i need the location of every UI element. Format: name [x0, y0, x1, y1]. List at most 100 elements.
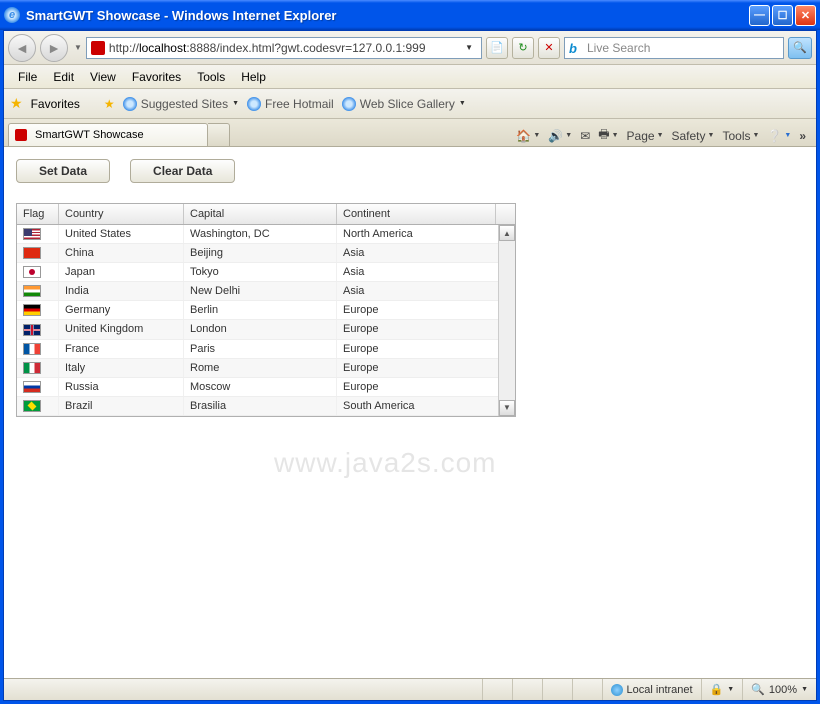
cell-country: China: [59, 244, 184, 262]
cell-continent: North America: [337, 225, 495, 243]
cell-flag: [17, 301, 59, 319]
url-text: http://localhost:8888/index.html?gwt.cod…: [109, 41, 461, 55]
menu-tools[interactable]: Tools: [189, 67, 233, 87]
table-row[interactable]: United KingdomLondonEurope: [17, 320, 498, 339]
back-button[interactable]: ◄: [8, 34, 36, 62]
cell-flag: [17, 320, 59, 338]
menu-view[interactable]: View: [82, 67, 124, 87]
nav-toolbar: ◄ ► ▼ http://localhost:8888/index.html?g…: [4, 31, 816, 65]
table-row[interactable]: ChinaBeijingAsia: [17, 244, 498, 263]
chevron-down-icon: ▼: [232, 100, 239, 107]
cell-flag: [17, 359, 59, 377]
status-zoom[interactable]: 🔍 100% ▼: [742, 679, 816, 700]
fav-link-webslice[interactable]: Web Slice Gallery▼: [342, 97, 466, 111]
favorites-label[interactable]: Favorites: [31, 97, 80, 111]
header-capital[interactable]: Capital: [184, 204, 337, 224]
overflow-button[interactable]: »: [799, 129, 806, 143]
table-row[interactable]: IndiaNew DelhiAsia: [17, 282, 498, 301]
table-row[interactable]: United StatesWashington, DCNorth America: [17, 225, 498, 244]
clear-data-button[interactable]: Clear Data: [130, 159, 235, 183]
chevron-down-icon: ▼: [801, 686, 808, 693]
cell-flag: [17, 244, 59, 262]
cell-country: United States: [59, 225, 184, 243]
chevron-down-icon: ▼: [565, 132, 572, 139]
url-dropdown-icon[interactable]: ▼: [461, 43, 477, 52]
table-row[interactable]: JapanTokyoAsia: [17, 263, 498, 282]
stop-button[interactable]: ✕: [538, 37, 560, 59]
print-button[interactable]: 🖶▼: [598, 125, 618, 146]
button-row: Set Data Clear Data: [16, 159, 804, 183]
menu-edit[interactable]: Edit: [45, 67, 82, 87]
cell-continent: Asia: [337, 282, 495, 300]
cell-continent: Europe: [337, 340, 495, 358]
new-tab-button[interactable]: [208, 123, 230, 146]
favorites-star-icon[interactable]: ★: [10, 95, 23, 112]
home-button[interactable]: 🏠▼: [516, 129, 540, 143]
page-menu[interactable]: Page▼: [627, 129, 664, 143]
ie-small-icon: [123, 97, 137, 111]
forward-button[interactable]: ►: [40, 34, 68, 62]
refresh-button[interactable]: ↻: [512, 37, 534, 59]
fav-link-suggested[interactable]: Suggested Sites▼: [123, 97, 239, 111]
menu-favorites[interactable]: Favorites: [124, 67, 189, 87]
cell-capital: Paris: [184, 340, 337, 358]
cell-capital: Tokyo: [184, 263, 337, 281]
maximize-button[interactable]: ☐: [772, 5, 793, 26]
search-bar[interactable]: Live Search: [564, 37, 784, 59]
grid-scrollbar[interactable]: ▲ ▼: [498, 225, 515, 416]
scroll-up-icon[interactable]: ▲: [499, 225, 515, 241]
cell-capital: Washington, DC: [184, 225, 337, 243]
tools-menu[interactable]: Tools▼: [722, 129, 759, 143]
command-bar: 🏠▼ 🔊▼ ✉ 🖶▼ Page▼ Safety▼ Tools▼ ❔▼ »: [516, 125, 812, 146]
menu-help[interactable]: Help: [233, 67, 274, 87]
close-button[interactable]: ✕: [795, 5, 816, 26]
url-host: localhost: [139, 41, 186, 55]
cell-capital: Moscow: [184, 378, 337, 396]
tab-favicon: [15, 129, 27, 141]
compat-button[interactable]: 📄: [486, 37, 508, 59]
table-row[interactable]: ItalyRomeEurope: [17, 359, 498, 378]
address-bar[interactable]: http://localhost:8888/index.html?gwt.cod…: [86, 37, 482, 59]
fav-link-hotmail[interactable]: Free Hotmail: [247, 97, 334, 111]
flag-icon: [23, 381, 41, 393]
table-row[interactable]: FranceParisEurope: [17, 340, 498, 359]
add-favorite-icon[interactable]: ★: [104, 97, 115, 111]
window-buttons: — ☐ ✕: [749, 5, 816, 26]
minimize-button[interactable]: —: [749, 5, 770, 26]
ie-icon: e: [4, 7, 20, 23]
status-seg-blank3: [542, 679, 572, 700]
status-zone[interactable]: Local intranet: [602, 679, 701, 700]
set-data-button[interactable]: Set Data: [16, 159, 110, 183]
cell-country: Russia: [59, 378, 184, 396]
tab-active[interactable]: SmartGWT Showcase: [8, 123, 208, 146]
cell-continent: Europe: [337, 359, 495, 377]
browser-inner: ◄ ► ▼ http://localhost:8888/index.html?g…: [3, 30, 817, 701]
cell-flag: [17, 263, 59, 281]
cell-capital: Beijing: [184, 244, 337, 262]
url-prefix: http://: [109, 41, 139, 55]
search-go-button[interactable]: 🔍: [788, 37, 812, 59]
mail-button[interactable]: ✉: [580, 129, 590, 143]
header-continent[interactable]: Continent: [337, 204, 495, 224]
table-row[interactable]: GermanyBerlinEurope: [17, 301, 498, 320]
status-seg-blank1: [482, 679, 512, 700]
menu-file[interactable]: File: [10, 67, 45, 87]
data-grid: Flag Country Capital Continent United St…: [16, 203, 516, 417]
feeds-button[interactable]: 🔊▼: [548, 129, 572, 143]
flag-icon: [23, 247, 41, 259]
cell-country: Brazil: [59, 397, 184, 415]
help-button[interactable]: ❔▼: [767, 129, 791, 143]
grid-body: United StatesWashington, DCNorth America…: [17, 225, 515, 416]
table-row[interactable]: BrazilBrasiliaSouth America: [17, 397, 498, 416]
cell-capital: Berlin: [184, 301, 337, 319]
status-protected-mode[interactable]: 🔒▼: [701, 679, 743, 700]
header-flag[interactable]: Flag: [17, 204, 59, 224]
cell-capital: London: [184, 320, 337, 338]
table-row[interactable]: RussiaMoscowEurope: [17, 378, 498, 397]
tab-bar: SmartGWT Showcase 🏠▼ 🔊▼ ✉ 🖶▼ Page▼ Safet…: [4, 119, 816, 147]
scroll-down-icon[interactable]: ▼: [499, 400, 515, 416]
cell-flag: [17, 397, 59, 415]
history-dropdown-icon[interactable]: ▼: [74, 43, 82, 52]
safety-menu[interactable]: Safety▼: [672, 129, 715, 143]
header-country[interactable]: Country: [59, 204, 184, 224]
